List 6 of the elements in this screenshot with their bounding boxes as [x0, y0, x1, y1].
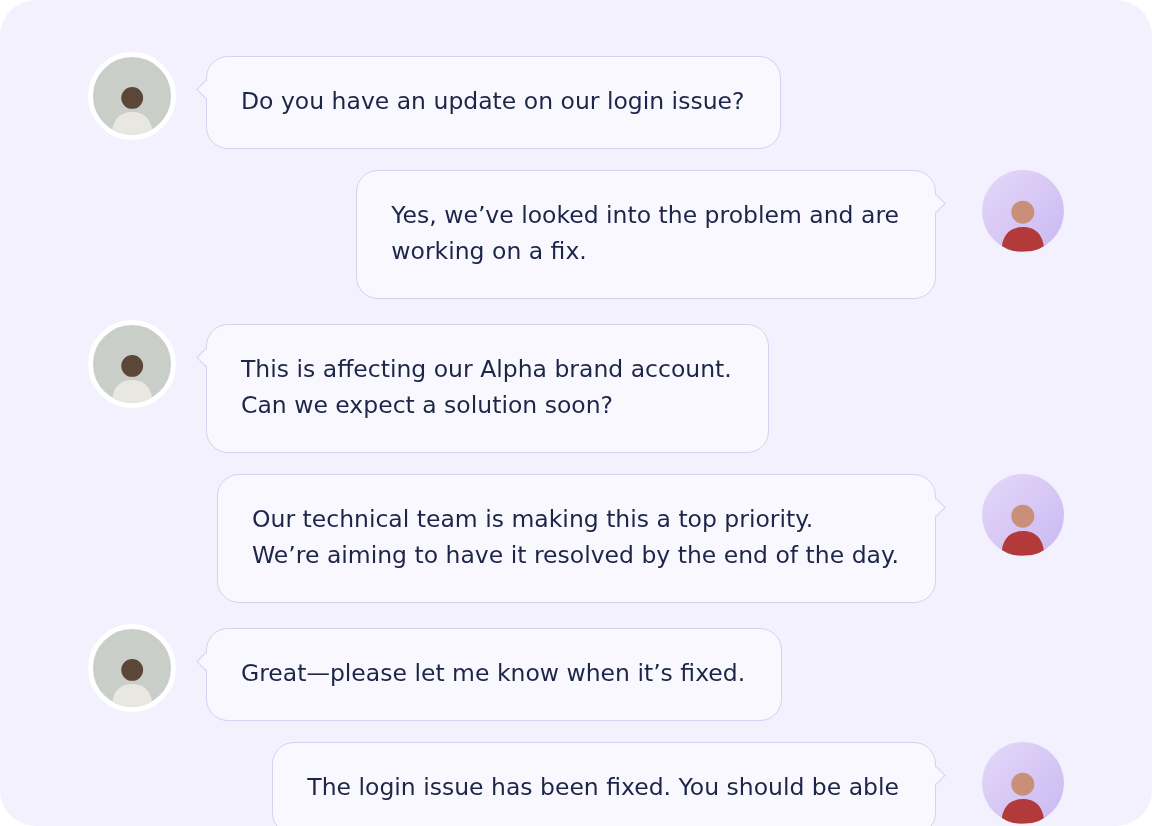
message-text: Yes, we’ve looked into the problem and are working on a fix.	[391, 200, 899, 267]
message-text: Great—please let me know when it’s fixed.	[241, 658, 746, 689]
message-text: This is affecting our Alpha brand account. Can we expect a solution soon?	[241, 354, 732, 421]
message-text: Our technical team is making this a top priority. We’re aiming to have it resolved by the end of the day.	[252, 504, 899, 571]
message-text: The login issue has been fixed. You should be able	[307, 772, 899, 803]
message-text: Do you have an update on our login issue?	[241, 86, 745, 117]
